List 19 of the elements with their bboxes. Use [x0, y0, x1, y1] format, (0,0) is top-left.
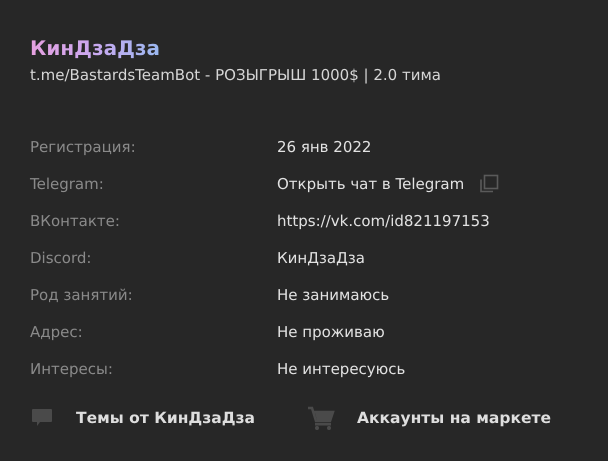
field-value: Не занимаюсь — [277, 286, 390, 304]
field-label: Telegram: — [30, 174, 105, 192]
profile-link[interactable]: Аккаунты на маркете — [306, 405, 552, 431]
cart-icon — [306, 405, 335, 431]
field-label: Discord: — [30, 248, 92, 266]
copy-icon[interactable] — [478, 174, 500, 194]
field-value: Не интересуюсь — [277, 360, 406, 378]
profile-link[interactable]: Темы от КинДзаДза — [30, 405, 255, 431]
status-text: t.me/BastardsTeamBot - РОЗЫГРЫШ 1000$ | 2.0 тима — [30, 66, 442, 84]
field-value: https://vk.com/id821197153 — [277, 212, 490, 230]
field-value: Не проживаю — [277, 322, 385, 340]
field-label: ВКонтакте: — [30, 212, 121, 230]
field-label: Интересы: — [30, 360, 114, 378]
field-label: Регистрация: — [30, 138, 137, 156]
field-label: Род занятий: — [30, 286, 134, 304]
field-label: Адрес: — [30, 322, 84, 340]
field-value: КинДзаДза — [277, 248, 365, 266]
field-value: Открыть чат в Telegram — [277, 174, 464, 192]
field-value: 26 янв 2022 — [277, 138, 372, 156]
